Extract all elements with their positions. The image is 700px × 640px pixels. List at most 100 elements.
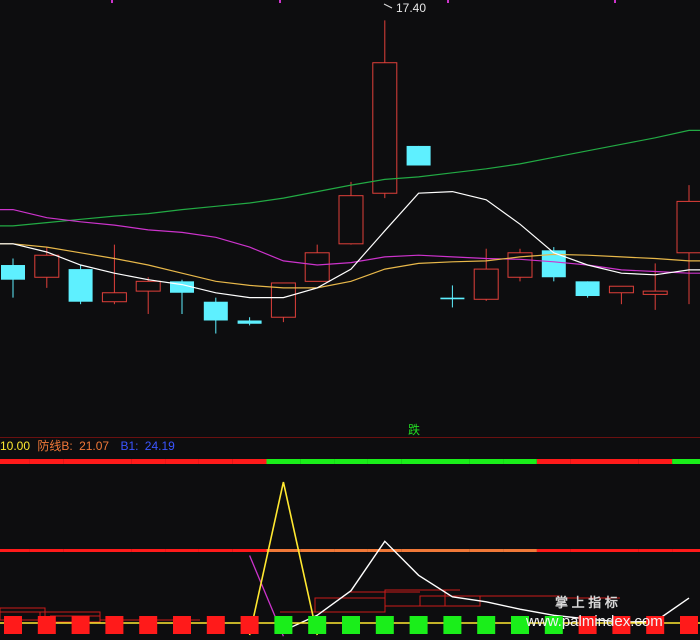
indicator-first-value: 10.00: [0, 439, 30, 453]
bottom-block-4: [139, 616, 158, 634]
candle-body: [237, 320, 262, 324]
top-band-seg-7: [232, 459, 267, 464]
bottom-block-13: [443, 616, 462, 634]
top-band-seg-15: [503, 459, 537, 464]
candle-body: [406, 145, 431, 166]
candle-17: [575, 281, 600, 298]
upper-line-seg-9: [300, 549, 335, 552]
candle-2: [68, 265, 93, 305]
upper-line-seg-11: [367, 549, 402, 552]
top-band-seg-16: [536, 459, 571, 464]
top-band-seg-19: [638, 459, 673, 464]
line-b-label: 防线B:: [37, 438, 72, 453]
top-tick-marks: [111, 0, 616, 3]
candle-18: [608, 285, 634, 305]
upper-line-seg-6: [198, 549, 233, 552]
upper-line-seg-5: [165, 549, 199, 552]
candle-body: [575, 281, 600, 297]
upper-line-seg-1: [29, 549, 64, 552]
candle-body: [304, 252, 330, 282]
candle-1: [34, 247, 60, 288]
candle-body: [101, 292, 127, 303]
top-band-seg-18: [604, 459, 639, 464]
bottom-block-9: [308, 616, 327, 634]
upper-line-seg-18: [604, 549, 639, 552]
bottom-block-11: [375, 616, 394, 634]
bottom-block-7: [240, 616, 259, 634]
upper-line-seg-3: [97, 549, 132, 552]
candle-9: [304, 244, 330, 282]
candle-body: [34, 254, 60, 278]
signal-label: 跌: [408, 422, 420, 437]
candle-body: [440, 297, 465, 300]
svg-text:10.00 防线B: 21.07: 10.00 防线B: 21.07 B1: 24.19: [0, 438, 175, 453]
candle-20: [676, 185, 700, 305]
bottom-block-6: [206, 616, 225, 634]
candle-body: [68, 269, 93, 302]
b1-value: 24.19: [145, 439, 175, 453]
bottom-block-3: [105, 616, 124, 634]
watermark-url: www.palmindex.com: [525, 613, 663, 630]
candle-body: [372, 62, 398, 194]
indicator-header: 10.00 防线B: 21.07 B1: 24.19: [0, 438, 175, 453]
candle-0: [1, 258, 25, 298]
bottom-block-8: [274, 616, 293, 634]
bottom-block-12: [409, 616, 428, 634]
candle-body: [1, 265, 25, 280]
upper-line-seg-17: [570, 549, 605, 552]
candle-12: [406, 145, 431, 166]
upper-line-seg-19: [638, 549, 673, 552]
candle-13: [440, 285, 465, 308]
top-band-seg-17: [570, 459, 605, 464]
b1-label: B1:: [120, 439, 138, 453]
upper-line-seg-20: [672, 549, 700, 552]
upper-line-seg-0: [0, 549, 30, 552]
watermark: 掌 上 指 标 www.palmindex.com: [525, 595, 663, 630]
upper-line-seg-4: [131, 549, 166, 552]
candle-19: [642, 263, 668, 310]
top-band-seg-1: [29, 459, 64, 464]
bottom-block-2: [71, 616, 90, 634]
top-band-seg-10: [334, 459, 368, 464]
step-box-4: [419, 595, 481, 607]
top-band-seg-2: [63, 459, 98, 464]
top-band-seg-20: [672, 459, 700, 464]
top-band-seg-13: [435, 459, 470, 464]
bottom-block-14: [477, 616, 496, 634]
candle-11: [372, 20, 398, 199]
top-band-seg-0: [0, 459, 30, 464]
candle-7: [237, 317, 262, 326]
upper-line-seg-12: [401, 549, 436, 552]
high-price-label: 17.40: [396, 1, 426, 15]
bottom-block-10: [342, 616, 360, 634]
upper-line-seg-10: [334, 549, 368, 552]
high-annotation: 17.40: [383, 1, 426, 15]
top-band-seg-8: [266, 459, 301, 464]
bottom-block-5: [173, 616, 191, 634]
bottom-block-1: [37, 616, 56, 634]
candle-4: [135, 277, 161, 314]
top-band-seg-4: [131, 459, 166, 464]
candle-14: [473, 248, 499, 301]
candle-6: [203, 297, 228, 334]
upper-line-seg-7: [232, 549, 267, 552]
candle-body: [473, 268, 499, 300]
candle-body: [608, 285, 634, 294]
upper-line-seg-8: [266, 549, 301, 552]
candle-10: [338, 181, 364, 245]
top-band-seg-11: [367, 459, 402, 464]
bottom-block-20: [680, 616, 698, 634]
top-band-seg-12: [401, 459, 436, 464]
line-b-value: 21.07: [79, 439, 109, 453]
candle-body: [676, 200, 700, 254]
top-band-seg-6: [198, 459, 233, 464]
candle-body: [135, 280, 161, 292]
high-pointer: [383, 3, 393, 9]
top-band-seg-3: [97, 459, 132, 464]
candle-body: [642, 290, 668, 295]
bottom-block-0: [4, 616, 22, 634]
top-band-seg-14: [469, 459, 504, 464]
top-band-seg-5: [165, 459, 199, 464]
upper-line-seg-13: [435, 549, 470, 552]
candle-8: [270, 282, 296, 323]
